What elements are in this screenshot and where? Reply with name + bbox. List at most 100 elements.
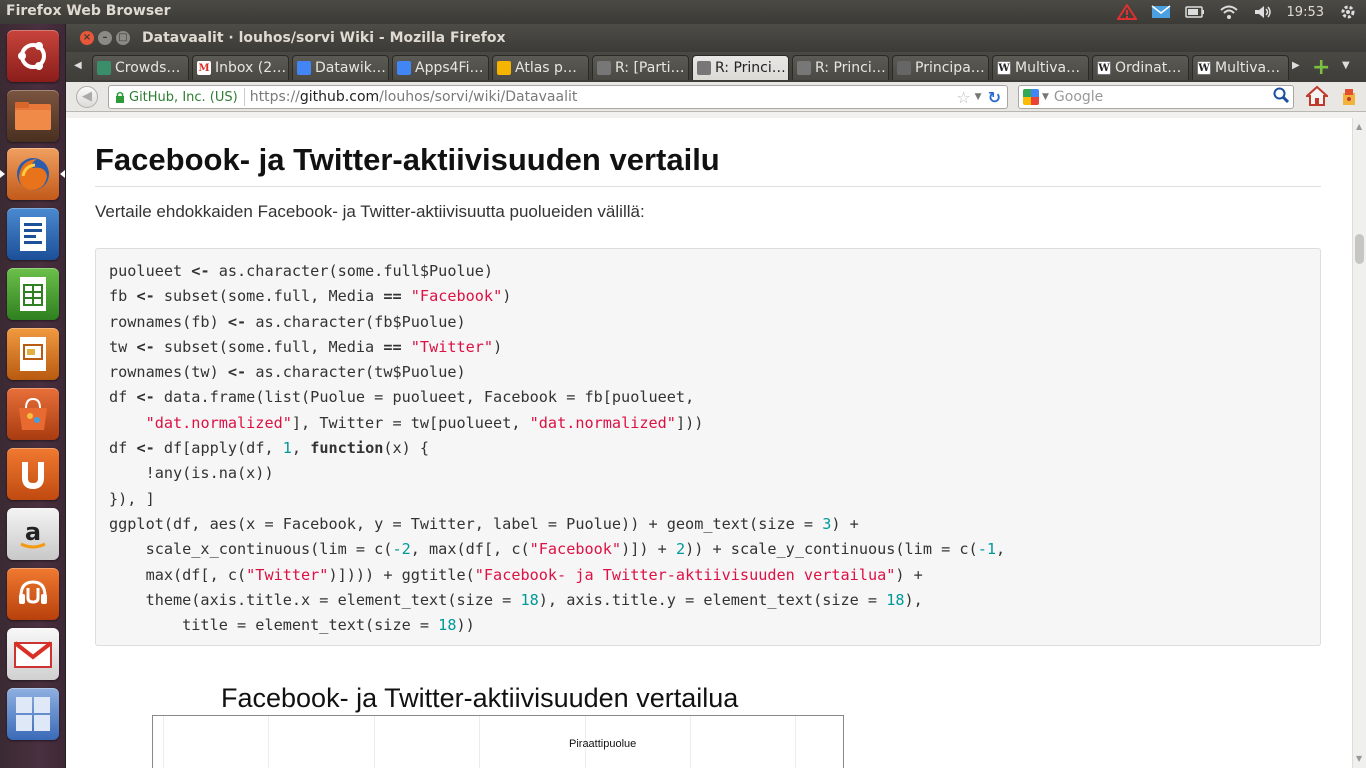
tab-label: Principa… [915,60,985,76]
code-line-8: df <- df[apply(df, 1, function(x) { [109,439,430,458]
code-line-2: fb <- subset(some.full, Media == "Facebo… [109,287,512,306]
active-indicator [60,170,65,178]
navigation-bar: ◀ GitHub, Inc. (US) https://github.com/l… [66,82,1366,112]
url-bar[interactable]: GitHub, Inc. (US) https://github.com/lou… [108,85,1008,109]
volume-icon[interactable] [1253,4,1273,20]
firefox-icon[interactable] [7,148,59,200]
url-host: github.com [299,89,380,105]
plot-gridline [690,716,691,768]
plot-point-label: Piraattipuolue [569,738,637,750]
gmail-icon[interactable] [7,628,59,680]
docs-icon [297,61,311,75]
battery-icon[interactable] [1184,4,1205,20]
identity-divider [243,88,245,106]
tab-scroll-left-icon[interactable]: ◀ [74,60,82,71]
code-line-11: ggplot(df, aes(x = Facebook, y = Twitter… [109,514,859,533]
tab[interactable]: Crowds… [92,55,189,80]
close-window-button[interactable]: × [80,31,94,45]
gmail-icon: M [197,61,211,75]
plot-title: Facebook- ja Twitter-aktiivisuuden verta… [221,683,739,713]
ubuntu-dash-icon[interactable] [7,30,59,82]
addon-icon[interactable] [1340,87,1358,111]
page-icon [797,61,811,75]
tab-label: Multiva… [1015,60,1081,76]
calc-icon[interactable] [7,268,59,320]
identity-label: GitHub, Inc. (US) [129,89,238,105]
impress-icon[interactable] [7,328,59,380]
ubuntu-one-music-icon[interactable] [7,568,59,620]
vertical-scrollbar[interactable]: ▲ ▼ [1352,118,1366,768]
firefox-window: × – □ Datavaalit · louhos/sorvi Wiki - M… [66,24,1366,768]
plot-image: Piraattipuolue [152,715,844,768]
tab[interactable]: W Ordinat… [1092,55,1189,80]
code-line-3: rownames(fb) <- as.character(fb$Puolue) [109,312,466,331]
tab-label: Multiva… [1215,60,1281,76]
wikipedia-icon: W [1197,61,1211,75]
maximize-window-button[interactable]: □ [116,31,130,45]
code-line-6: df <- data.frame(list(Puolue = puolueet,… [109,388,695,407]
url-history-dropdown-icon[interactable]: ▼ [975,92,982,102]
tab[interactable]: R: Princi… [792,55,889,80]
tab[interactable]: W Multiva… [992,55,1089,80]
ubuntu-one-icon[interactable] [7,448,59,500]
search-bar[interactable]: ▼ Google [1018,85,1294,109]
svg-text:a: a [25,518,41,546]
tab-label: R: Princi… [715,60,786,76]
code-line-4: tw <- subset(some.full, Media == "Twitte… [109,337,503,356]
writer-icon[interactable] [7,208,59,260]
tab-label: Inbox (2… [215,60,287,76]
tab[interactable]: Principa… [892,55,989,80]
minimize-window-button[interactable]: – [98,31,112,45]
code-block: puolueet <- as.character(some.full$Puolu… [95,248,1321,646]
plot-gridline [268,716,269,768]
scroll-up-icon[interactable]: ▲ [1356,122,1362,131]
files-icon[interactable] [7,90,59,142]
plot-gridline [479,716,480,768]
software-center-icon[interactable] [7,388,59,440]
google-engine-icon[interactable] [1023,89,1039,105]
tab[interactable]: Datawik… [292,55,389,80]
workspace-switcher-icon[interactable] [7,688,59,740]
tab[interactable]: M Inbox (2… [192,55,289,80]
bookmark-star-icon[interactable]: ☆ [956,88,970,107]
search-icon[interactable] [1273,87,1290,107]
url-scheme: https:// [249,89,300,105]
tab-list-icon[interactable]: ▼ [1342,60,1350,71]
code-line-13: max(df[, c("Twitter")]))) + ggtitle("Fac… [109,565,923,584]
mail-icon[interactable] [1151,4,1171,20]
slides-icon [497,61,511,75]
amazon-icon[interactable]: a [7,508,59,560]
code-line-7: "dat.normalized"], Twitter = tw[puolueet… [145,413,704,432]
wifi-icon[interactable] [1219,4,1239,20]
tab[interactable]: Atlas p… [492,55,589,80]
tab[interactable]: Apps4Fi… [392,55,489,80]
clock[interactable]: 19:53 [1287,5,1324,20]
tab-label: R: [Parti… [615,60,685,76]
tab[interactable]: R: Princi… [692,55,789,80]
lock-icon [116,91,124,103]
code-line-14: theme(axis.title.x = element_text(size =… [109,590,923,609]
warning-icon[interactable] [1116,4,1137,20]
session-gear-icon[interactable] [1338,4,1358,20]
crowdsourcing-icon [97,61,111,75]
new-tab-icon[interactable]: + [1312,55,1330,80]
tab-label: Datawik… [315,60,386,76]
top-panel: Firefox Web Browser 19:53 [0,0,1366,24]
back-button[interactable]: ◀ [76,86,98,108]
window-title: Datavaalit · louhos/sorvi Wiki - Mozilla… [142,30,506,46]
plot-gridline [374,716,375,768]
reload-icon[interactable]: ↻ [988,88,1001,107]
code-line-10: }), ] [109,489,155,508]
unity-launcher: a [0,24,66,768]
home-icon[interactable] [1304,85,1330,111]
site-identity-button[interactable]: GitHub, Inc. (US) [109,90,244,105]
scroll-down-icon[interactable]: ▼ [1356,754,1362,763]
scrollbar-thumb[interactable] [1355,234,1364,264]
code-line-5: rownames(tw) <- as.character(tw$Puolue) [109,363,466,382]
tab[interactable]: W Multiva… [1192,55,1289,80]
search-engine-dropdown-icon[interactable]: ▼ [1042,92,1049,102]
tab-scroll-right-icon[interactable]: ▶ [1292,60,1300,71]
tab[interactable]: R: [Parti… [592,55,689,80]
wiki-heading: Facebook- ja Twitter-aktiivisuuden verta… [95,142,1321,187]
intro-paragraph: Vertaile ehdokkaiden Facebook- ja Twitte… [95,202,645,221]
